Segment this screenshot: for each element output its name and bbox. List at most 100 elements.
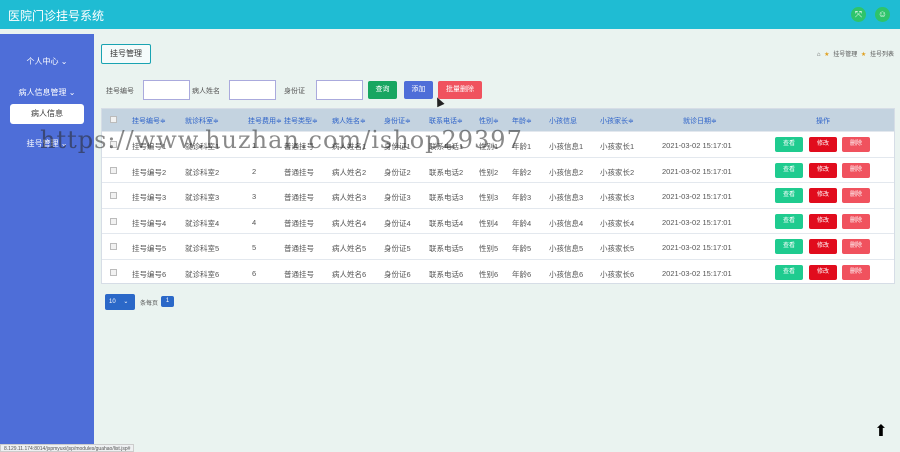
delete-button[interactable]: 删除 <box>842 213 870 229</box>
page-tag[interactable]: 挂号管理 <box>101 44 151 64</box>
cell-id-card: 身份证3 <box>384 193 411 203</box>
view-button[interactable]: 查看 <box>775 239 803 255</box>
edit-button[interactable]: 修改 <box>809 137 837 152</box>
cell-reg-type: 普通挂号 <box>284 218 314 228</box>
cell-child-info: 小孩信息4 <box>549 218 584 228</box>
select-all-checkbox[interactable] <box>110 116 117 123</box>
patient-name-input[interactable] <box>229 80 276 100</box>
batch-delete-button[interactable]: 批量删除 <box>438 81 482 99</box>
registration-table: 挂号编号≑ 就诊科室≑ 挂号费用≑ 挂号类型≑ 病人姓名≑ 身份证≑ 联系电话≑… <box>101 108 895 284</box>
row-checkbox[interactable] <box>110 166 117 174</box>
cell-fee: 4 <box>252 217 257 227</box>
view-button[interactable]: 查看 <box>775 265 803 280</box>
row-checkbox[interactable] <box>110 192 117 200</box>
delete-button[interactable]: 删除 <box>842 239 870 255</box>
sidebar: 个人中心 ⌄ 病人信息管理 ⌄ 病人信息 挂号管理 ⌄ <box>0 29 94 452</box>
cell-gender: 性别4 <box>479 218 499 228</box>
cell-visit-date: 2021-03-02 15:17:01 <box>662 217 732 227</box>
delete-button[interactable]: 删除 <box>842 188 870 204</box>
sidebar-item-personal-center[interactable]: 个人中心 ⌄ <box>0 56 94 67</box>
star-icon: ★ <box>860 52 867 58</box>
add-button[interactable]: 添加 <box>404 81 433 99</box>
cell-department: 就诊科室5 <box>185 244 220 254</box>
sidebar-item-patient-management[interactable]: 病人信息管理 ⌄ <box>0 87 94 98</box>
sidebar-item-registration[interactable]: 挂号管理 ⌄ <box>0 138 94 149</box>
cell-reg-no: 挂号编号6 <box>132 270 167 279</box>
th-gender[interactable]: 性别≑ <box>479 116 499 126</box>
cell-id-card: 身份证5 <box>384 244 411 254</box>
row-checkbox[interactable] <box>110 217 117 225</box>
th-age[interactable]: 年龄≑ <box>512 116 532 126</box>
view-button[interactable]: 查看 <box>775 213 803 229</box>
cell-child-info: 小孩信息1 <box>549 142 584 151</box>
page-number-current[interactable]: 1 <box>161 296 174 307</box>
delete-button[interactable]: 删除 <box>842 265 870 280</box>
view-button[interactable]: 查看 <box>775 188 803 204</box>
cell-reg-no: 挂号编号1 <box>132 142 167 151</box>
id-card-input[interactable] <box>316 80 363 100</box>
cell-phone: 联系电话2 <box>429 167 464 177</box>
sidebar-subitem-patient-info[interactable]: 病人信息 <box>10 104 84 124</box>
th-id-card[interactable]: 身份证≑ <box>384 116 411 126</box>
cell-gender: 性别6 <box>479 270 499 279</box>
fullscreen-icon[interactable]: ⤧ <box>851 7 866 22</box>
delete-button[interactable]: 删除 <box>842 137 870 152</box>
table-row: 挂号编号2 就诊科室2 2 普通挂号 病人姓名2 身份证2 联系电话2 性别2 年龄2 小孩信息2… <box>102 156 894 183</box>
cell-department: 就诊科室1 <box>185 142 220 151</box>
th-child-info: 小孩信息 <box>549 118 577 125</box>
cell-patient-name: 病人姓名1 <box>332 142 367 151</box>
back-to-top-icon[interactable]: ⬆ <box>873 424 889 440</box>
breadcrumb: ⌂ ★ 挂号管理 ★ 挂号列表 <box>815 49 894 58</box>
th-visit-date[interactable]: 就诊日期≑ <box>683 116 717 126</box>
cell-gender: 性别1 <box>479 142 499 151</box>
cell-phone: 联系电话3 <box>429 193 464 203</box>
breadcrumb-level1[interactable]: 挂号管理 <box>833 52 857 58</box>
cell-patient-name: 病人姓名3 <box>332 193 367 203</box>
table-row: 挂号编号4 就诊科室4 4 普通挂号 病人姓名4 身份证4 联系电话4 性别4 年龄4 小孩信息4… <box>102 207 894 234</box>
cell-reg-no: 挂号编号4 <box>132 218 167 228</box>
edit-button[interactable]: 修改 <box>809 239 837 255</box>
th-fee[interactable]: 挂号费用≑ <box>248 116 282 126</box>
th-reg-type[interactable]: 挂号类型≑ <box>284 116 318 126</box>
row-checkbox[interactable] <box>110 243 117 251</box>
cell-child-info: 小孩信息3 <box>549 193 584 203</box>
cell-gender: 性别3 <box>479 193 499 203</box>
view-button[interactable]: 查看 <box>775 162 803 178</box>
th-patient-name[interactable]: 病人姓名≑ <box>332 116 366 126</box>
cell-patient-name: 病人姓名4 <box>332 218 367 228</box>
page-size-label: 条每页 <box>140 301 159 307</box>
th-department[interactable]: 就诊科室≑ <box>185 116 219 126</box>
cell-department: 就诊科室6 <box>185 270 220 279</box>
cell-child-parent: 小孩家长2 <box>600 167 635 177</box>
cell-child-parent: 小孩家长3 <box>600 193 635 203</box>
user-icon[interactable]: ☺ <box>875 7 890 22</box>
reg-no-input[interactable] <box>143 80 190 100</box>
edit-button[interactable]: 修改 <box>809 213 837 229</box>
th-phone[interactable]: 联系电话≑ <box>429 116 463 126</box>
cell-reg-type: 普通挂号 <box>284 167 314 177</box>
row-checkbox[interactable] <box>110 269 117 276</box>
cell-visit-date: 2021-03-02 15:17:01 <box>662 192 732 202</box>
th-child-parent[interactable]: 小孩家长≑ <box>600 116 634 126</box>
edit-button[interactable]: 修改 <box>809 265 837 280</box>
cell-gender: 性别2 <box>479 167 499 177</box>
cell-id-card: 身份证6 <box>384 270 411 279</box>
table-row: 挂号编号5 就诊科室5 5 普通挂号 病人姓名5 身份证5 联系电话5 性别5 年龄5 小孩信息5… <box>102 233 894 259</box>
cell-fee: 5 <box>252 243 257 253</box>
edit-button[interactable]: 修改 <box>809 188 837 204</box>
delete-button[interactable]: 删除 <box>842 162 870 178</box>
query-button[interactable]: 查询 <box>368 81 397 99</box>
page-size-select[interactable]: 10 ⌄ <box>105 294 135 310</box>
cell-visit-date: 2021-03-02 15:17:01 <box>662 243 732 253</box>
table-row: 挂号编号6 就诊科室6 6 普通挂号 病人姓名6 身份证6 联系电话6 性别6 年龄6 小孩信息6… <box>102 259 894 285</box>
view-button[interactable]: 查看 <box>775 137 803 152</box>
cell-fee: 6 <box>252 269 257 278</box>
th-reg-no[interactable]: 挂号编号≑ <box>132 116 166 126</box>
cell-department: 就诊科室4 <box>185 218 220 228</box>
chevron-down-icon: ⌄ <box>60 139 68 148</box>
cell-child-parent: 小孩家长5 <box>600 244 635 254</box>
cell-fee: 1 <box>252 141 257 150</box>
edit-button[interactable]: 修改 <box>809 162 837 178</box>
row-checkbox[interactable] <box>110 141 117 148</box>
home-icon[interactable]: ⌂ <box>817 52 821 58</box>
